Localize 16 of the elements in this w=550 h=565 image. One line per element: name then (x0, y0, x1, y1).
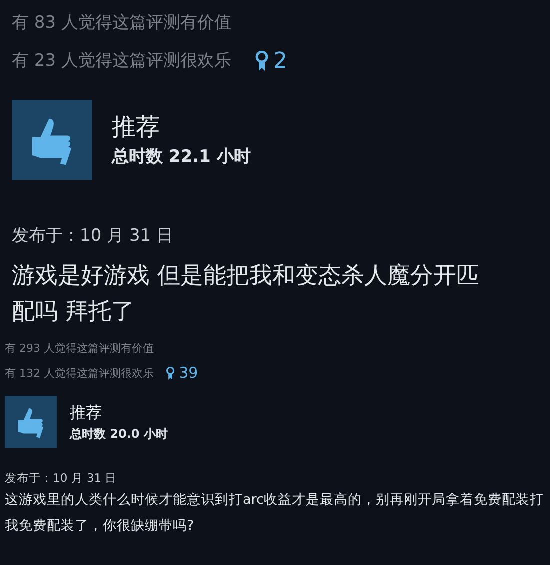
helpful-count-text: 有 83 人觉得这篇评测有价值 (12, 12, 232, 35)
funny-count-text: 有 132 人觉得这篇评测很欢乐 (5, 366, 154, 382)
posted-date: 发布于：10 月 31 日 (5, 470, 118, 486)
playtime-text: 总时数 20.0 小时 (70, 426, 168, 442)
playtime-text: 总时数 22.1 小时 (112, 146, 251, 170)
helpful-count-text: 有 293 人觉得这篇评测有价值 (5, 340, 155, 356)
posted-date: 发布于：10 月 31 日 (12, 225, 174, 248)
funny-count-text: 有 23 人觉得这篇评测很欢乐 (12, 50, 232, 73)
review-text: 这游戏里的人类什么时候才能意识到打arc收益才是最高的，别再刚开局拿着免费配装打我免费配装了，你很缺绷带吗? (5, 490, 545, 536)
award-count[interactable]: 39 (166, 362, 198, 384)
award-count[interactable]: 2 (255, 44, 288, 78)
review-text: 游戏是好游戏 但是能把我和变态杀人魔分开匹配吗 拜托了 (12, 262, 480, 326)
recommendation-title: 推荐 (70, 402, 103, 424)
recommendation-title: 推荐 (112, 112, 161, 144)
medal-icon (166, 366, 176, 380)
medal-icon (255, 51, 270, 71)
